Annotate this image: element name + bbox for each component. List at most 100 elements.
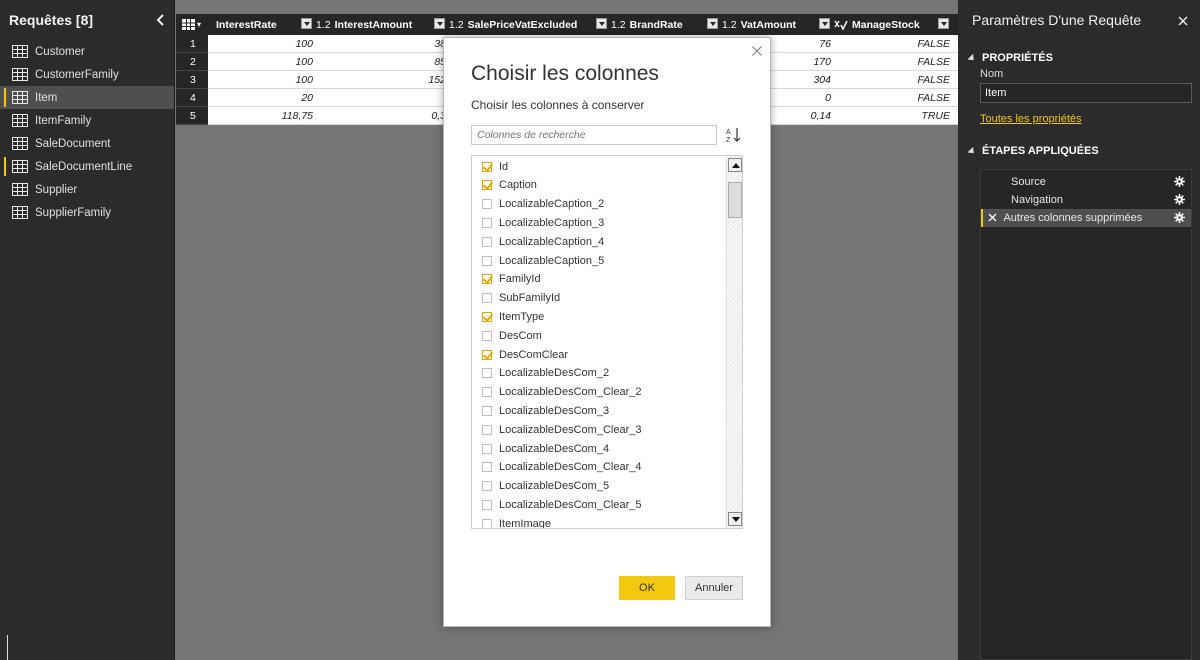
column-checkbox[interactable] [482, 405, 492, 416]
collapse-chevron-icon[interactable] [156, 14, 166, 26]
column-header-managestock[interactable]: ManageStock [834, 14, 920, 35]
column-list-item[interactable]: LocalizableDesCom_2 [482, 364, 609, 383]
query-item[interactable]: ItemFamily [0, 109, 174, 132]
table-cell[interactable]: 304 [813, 71, 831, 89]
ok-button[interactable]: OK [619, 576, 675, 600]
column-filter-dropdown[interactable] [301, 18, 312, 29]
column-list-item[interactable]: LocalizableDesCom_Clear_2 [482, 383, 641, 402]
table-cell[interactable]: FALSE [918, 71, 950, 89]
column-checkbox[interactable] [482, 255, 492, 266]
column-list-item[interactable]: DesCom [482, 326, 542, 345]
table-cell[interactable]: 170 [813, 53, 831, 71]
column-checkbox[interactable] [482, 424, 492, 435]
column-list-item[interactable]: LocalizableDesCom_4 [482, 439, 609, 458]
query-item[interactable]: SupplierFamily [0, 201, 174, 224]
all-properties-link[interactable]: Toutes les propriétés [958, 113, 1200, 125]
sort-az-icon[interactable]: A Z [725, 126, 743, 144]
column-name: LocalizableDesCom_2 [499, 367, 610, 380]
column-header-salepricevatexcluded[interactable]: 1.2 SalePriceVatExcluded [449, 14, 577, 35]
column-filter-dropdown[interactable] [938, 18, 949, 29]
column-checkbox[interactable] [482, 199, 492, 210]
column-checkbox[interactable] [482, 481, 492, 492]
query-item[interactable]: CustomerFamily [0, 63, 174, 86]
table-cell[interactable]: 0,14 [811, 107, 831, 125]
step-removed-other-columns[interactable]: Autres colonnes supprimées [981, 209, 1191, 227]
column-checkbox[interactable] [482, 293, 492, 304]
column-list-item[interactable]: Id [482, 157, 508, 176]
query-item[interactable]: Supplier [0, 178, 174, 201]
column-checkbox[interactable] [482, 462, 492, 473]
scroll-down-arrow-icon[interactable] [728, 512, 742, 526]
table-cell[interactable]: 100 [295, 53, 313, 71]
column-checkbox[interactable] [482, 161, 492, 172]
table-cell[interactable]: TRUE [921, 107, 950, 125]
table-icon [12, 160, 28, 173]
delete-step-icon[interactable] [988, 213, 997, 222]
table-cell[interactable]: 100 [295, 35, 313, 53]
query-item[interactable]: Item [0, 86, 174, 109]
query-item[interactable]: SaleDocument [0, 132, 174, 155]
column-checkbox[interactable] [482, 274, 492, 285]
query-name-input[interactable]: Item [980, 83, 1192, 103]
column-checkbox[interactable] [482, 368, 492, 379]
column-header-brandrate[interactable]: 1.2 BrandRate [611, 14, 683, 35]
column-checkbox[interactable] [482, 349, 492, 360]
column-list-item[interactable]: SubFamilyId [482, 289, 560, 308]
table-cell[interactable]: 118,75 [282, 107, 313, 125]
column-list-item[interactable]: LocalizableDesCom_Clear_3 [482, 420, 641, 439]
column-header-interestamount[interactable]: 1.2 InterestAmount [316, 14, 412, 35]
column-list-item[interactable]: Caption [482, 176, 537, 195]
table-menu-button[interactable]: ▾ [182, 14, 212, 35]
step-navigation[interactable]: Navigation [981, 191, 1191, 209]
column-list-item[interactable]: ItemType [482, 307, 544, 326]
properties-section-header[interactable]: PROPRIÉTÉS [958, 52, 1200, 64]
column-list-item[interactable]: LocalizableCaption_2 [482, 195, 604, 214]
column-list-item[interactable]: LocalizableDesCom_Clear_5 [482, 495, 641, 514]
table-cell[interactable]: 76 [819, 35, 831, 53]
scroll-up-arrow-icon[interactable] [728, 158, 742, 172]
query-item[interactable]: Customer [0, 40, 174, 63]
column-filter-dropdown[interactable] [707, 18, 718, 29]
column-header-interestrate[interactable]: InterestRate [216, 14, 277, 35]
column-filter-dropdown[interactable] [596, 18, 607, 29]
gear-icon[interactable] [1174, 212, 1185, 223]
column-list-item[interactable]: ItemImage [482, 514, 551, 528]
table-cell[interactable]: 20 [301, 89, 313, 107]
table-cell[interactable]: FALSE [918, 89, 950, 107]
table-cell[interactable]: FALSE [918, 35, 950, 53]
column-list-item[interactable]: LocalizableCaption_4 [482, 232, 604, 251]
column-checkbox[interactable] [482, 236, 492, 247]
cancel-button[interactable]: Annuler [685, 576, 743, 600]
column-header-vatamount[interactable]: 1.2 VatAmount [722, 14, 796, 35]
gear-icon[interactable] [1174, 176, 1185, 187]
column-checkbox[interactable] [482, 311, 492, 322]
table-cell[interactable]: 0 [825, 89, 831, 107]
column-search-input[interactable] [471, 125, 717, 145]
column-list-item[interactable]: LocalizableDesCom_Clear_4 [482, 458, 641, 477]
column-checkbox[interactable] [482, 330, 492, 341]
column-list-item[interactable]: LocalizableCaption_3 [482, 213, 604, 232]
step-source[interactable]: Source [981, 173, 1191, 191]
applied-steps-section-header[interactable]: ÉTAPES APPLIQUÉES [958, 145, 1200, 157]
column-checkbox[interactable] [482, 443, 492, 454]
column-checkbox[interactable] [482, 217, 492, 228]
column-list-item[interactable]: LocalizableCaption_5 [482, 251, 604, 270]
query-item[interactable]: SaleDocumentLine [0, 155, 174, 178]
table-cell[interactable]: 100 [295, 71, 313, 89]
column-filter-dropdown[interactable] [819, 18, 830, 29]
scroll-thumb[interactable] [728, 182, 742, 218]
column-checkbox[interactable] [482, 387, 492, 398]
column-checkbox[interactable] [482, 180, 492, 191]
table-cell[interactable]: FALSE [918, 53, 950, 71]
column-filter-dropdown[interactable] [434, 18, 445, 29]
column-list-item[interactable]: LocalizableDesCom_5 [482, 477, 609, 496]
gear-icon[interactable] [1174, 194, 1185, 205]
column-checkbox[interactable] [482, 518, 492, 528]
close-icon[interactable] [1178, 16, 1188, 26]
column-list-item[interactable]: FamilyId [482, 270, 541, 289]
column-list-item[interactable]: LocalizableDesCom_3 [482, 401, 609, 420]
column-list-item[interactable]: DesComClear [482, 345, 568, 364]
column-checkbox[interactable] [482, 499, 492, 510]
vertical-scrollbar[interactable] [726, 156, 742, 528]
close-icon[interactable] [752, 46, 762, 56]
